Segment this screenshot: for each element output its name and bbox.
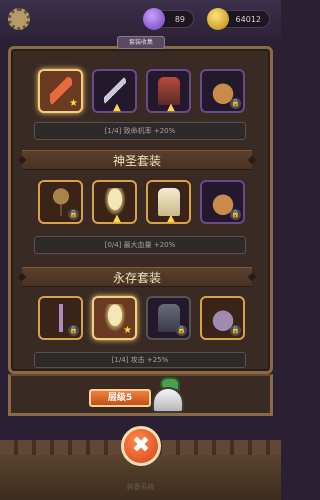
lock-icon: 🔒	[176, 325, 187, 336]
gold-sword-icon	[104, 77, 126, 105]
level-button[interactable]: 层级5	[89, 389, 151, 407]
settings-gear-icon[interactable]	[8, 8, 30, 30]
top-bar: 89 64012	[0, 0, 281, 38]
set3-bonus: [1/4] 攻击 +25%	[34, 352, 246, 368]
set2-title: 神圣套装	[22, 150, 252, 170]
set2-item-1[interactable]: 🔒	[38, 180, 83, 224]
set1-item-1[interactable]: ★	[38, 69, 83, 113]
set2-item-2[interactable]: ▲	[92, 180, 137, 224]
set1-item-3[interactable]: ▲	[146, 69, 191, 113]
holy-shield-icon	[104, 188, 126, 216]
upgrade-arrow-icon: ▲	[113, 213, 121, 224]
gold-coin-icon	[207, 8, 229, 30]
white-armor-icon	[158, 188, 180, 216]
set3-title: 永存套装	[22, 267, 252, 287]
red-armor-icon	[158, 77, 180, 105]
star-icon: ★	[123, 325, 132, 336]
set2-item-3[interactable]: ▲	[146, 180, 191, 224]
set3-item-2[interactable]: ★	[92, 296, 137, 340]
set1-item-2[interactable]: ▲	[92, 69, 137, 113]
lock-icon: 🔒	[230, 98, 241, 109]
lock-icon: 🔒	[68, 325, 79, 336]
gem-counter[interactable]: 89	[143, 8, 194, 30]
panel-title-tab: 套装收集	[117, 36, 165, 49]
gold-amount: 64012	[235, 14, 261, 24]
set1-item-4[interactable]: 🔒	[200, 69, 245, 113]
helmet-dome	[152, 387, 184, 413]
lock-icon: 🔒	[230, 209, 241, 220]
set2-item-4[interactable]: 🔒	[200, 180, 245, 224]
set3-item-3[interactable]: 🔒	[146, 296, 191, 340]
close-button[interactable]: ✖	[121, 426, 161, 466]
upgrade-arrow-icon: ▲	[113, 102, 121, 113]
gold-counter[interactable]: 64012	[207, 8, 270, 30]
set2-bonus: [0/4] 最大血量 +20%	[34, 236, 246, 254]
set3-item-4[interactable]: 🔒	[200, 296, 245, 340]
upgrade-arrow-icon: ▲	[167, 102, 175, 113]
lock-icon: 🔒	[68, 209, 79, 220]
set3-item-1[interactable]: 🔒	[38, 296, 83, 340]
gem-amount: 89	[174, 14, 185, 24]
footer-label: 装备系统	[126, 483, 155, 491]
knight-helmet-icon	[148, 377, 188, 415]
set1-bonus: [1/4] 致命机率 +20%	[34, 122, 246, 140]
upgrade-arrow-icon: ▲	[167, 213, 175, 224]
lock-icon: 🔒	[230, 325, 241, 336]
star-icon: ★	[69, 98, 78, 109]
gem-icon	[143, 8, 165, 30]
